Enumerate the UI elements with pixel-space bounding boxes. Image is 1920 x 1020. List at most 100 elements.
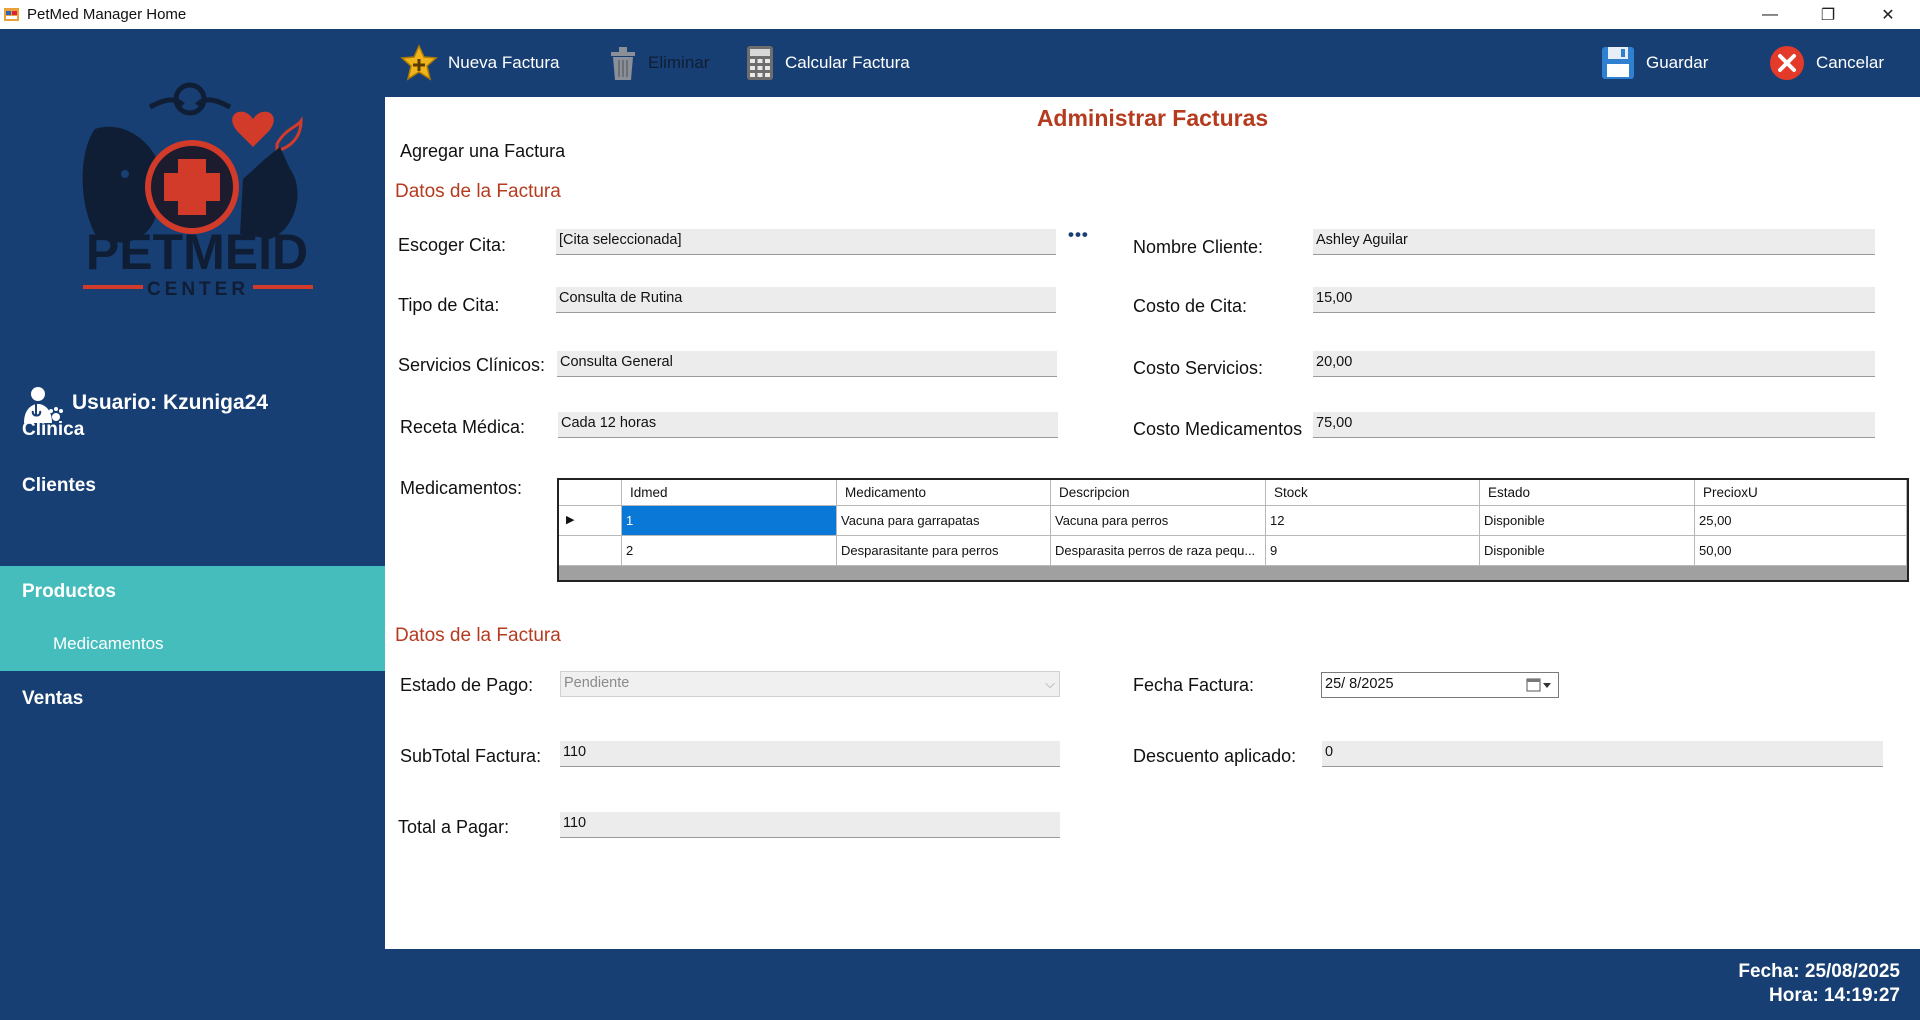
delete-label: Eliminar [648, 53, 710, 72]
costo-cita-label: Costo de Cita: [1133, 296, 1248, 316]
column-header[interactable]: Idmed [622, 480, 837, 506]
cliente-field[interactable]: Ashley Aguilar [1313, 229, 1875, 255]
star-icon [400, 44, 438, 81]
cliente-label: Nombre Cliente: [1133, 237, 1264, 257]
app-icon [3, 6, 20, 23]
trash-icon [611, 47, 635, 80]
toolbar: Nueva Factura Eliminar Calcular Factura … [385, 29, 1920, 97]
nav-clientes[interactable]: Clientes [0, 458, 385, 514]
title-bar: PetMed Manager Home — ❐ ✕ [0, 0, 1920, 30]
maximize-button[interactable]: ❐ [1800, 0, 1856, 29]
table-cell[interactable]: Desparasitante para perros [837, 536, 1051, 566]
medicamentos-label: Medicamentos: [400, 478, 523, 498]
total-field[interactable]: 110 [560, 812, 1060, 838]
section-title-1: Datos de la Factura [395, 181, 561, 202]
table-cell[interactable]: 1 [622, 506, 837, 536]
medicamentos-grid[interactable]: Idmed Medicamento Descripcion Stock Esta… [557, 478, 1909, 582]
cita-field[interactable]: [Cita seleccionada] [556, 229, 1056, 255]
nav-clinica[interactable]: Clínica [0, 402, 385, 458]
table-cell[interactable]: 9 [1266, 536, 1480, 566]
estado-pago-label: Estado de Pago: [400, 675, 534, 695]
window-title: PetMed Manager Home [27, 6, 187, 23]
minimize-button[interactable]: — [1742, 0, 1798, 29]
save-button[interactable]: Guardar [1600, 29, 1708, 97]
new-invoice-label: Nueva Factura [448, 53, 560, 72]
logo-text: PETMEID [86, 224, 308, 280]
descuento-label: Descuento aplicado: [1133, 746, 1297, 766]
fecha-factura-value: 25/ 8/2025 [1325, 676, 1394, 692]
select-cita-button[interactable]: ••• [1068, 225, 1089, 245]
table-cell[interactable]: Desparasita perros de raza pequ... [1051, 536, 1266, 566]
costo-medicamentos-label: Costo Medicamentos [1133, 419, 1303, 439]
restore-icon: ❐ [1820, 6, 1836, 24]
close-icon: ✕ [1881, 6, 1895, 24]
table-cell[interactable]: 12 [1266, 506, 1480, 536]
estado-pago-value: Pendiente [564, 675, 630, 691]
nav-label: Clínica [22, 419, 85, 440]
sidebar: PETMEID CENTER Usuario: Kzuniga24 Clínic… [0, 29, 385, 949]
chevron-down-icon: ⌵ [1045, 676, 1055, 691]
nav-label: Clientes [22, 475, 96, 496]
cancel-button[interactable]: Cancelar [1768, 29, 1884, 97]
table-cell[interactable]: 50,00 [1695, 536, 1907, 566]
table-cell[interactable]: Vacuna para perros [1051, 506, 1266, 536]
save-icon [1602, 47, 1634, 79]
column-header[interactable]: Descripcion [1051, 480, 1266, 506]
new-invoice-button[interactable]: Nueva Factura [400, 29, 560, 97]
costo-servicios-label: Costo Servicios: [1133, 358, 1264, 378]
row-selector-2[interactable] [559, 536, 622, 566]
logo: PETMEID CENTER [65, 59, 330, 309]
nav-medicamentos[interactable]: Medicamentos [0, 618, 385, 670]
receta-label: Receta Médica: [400, 417, 526, 437]
estado-pago-select[interactable]: Pendiente ⌵ [560, 671, 1060, 697]
column-header[interactable]: PrecioxU [1695, 480, 1907, 506]
status-footer: Fecha: 25/08/2025 Hora: 14:19:27 [385, 949, 1920, 1020]
close-window-button[interactable]: ✕ [1860, 0, 1916, 29]
nav-label: Medicamentos [53, 634, 164, 653]
main-content: Administrar Facturas Agregar una Factura… [385, 97, 1920, 949]
column-header[interactable]: Estado [1480, 480, 1695, 506]
row-pointer-icon: ▶ [566, 514, 575, 526]
fecha-factura-picker[interactable]: 25/ 8/2025 [1321, 672, 1559, 698]
table-cell[interactable]: Vacuna para garrapatas [837, 506, 1051, 536]
nav-ventas[interactable]: Ventas [0, 671, 385, 727]
calculate-invoice-label: Calcular Factura [785, 53, 910, 72]
tipo-label: Tipo de Cita: [398, 295, 500, 315]
subtotal-label: SubTotal Factura: [400, 746, 542, 766]
costo-medicamentos-field[interactable]: 75,00 [1313, 412, 1875, 438]
cancel-icon [1770, 46, 1804, 80]
fecha-factura-label: Fecha Factura: [1133, 675, 1255, 695]
subtotal-field[interactable]: 110 [560, 741, 1060, 767]
total-label: Total a Pagar: [398, 817, 510, 837]
logo-subtext: CENTER [147, 279, 249, 300]
calculate-invoice-button[interactable]: Calcular Factura [745, 29, 910, 97]
nav-productos[interactable]: Productos [0, 566, 385, 618]
calendar-dropdown-icon[interactable] [1526, 677, 1552, 697]
costo-servicios-field[interactable]: 20,00 [1313, 351, 1875, 377]
servicios-field[interactable]: Consulta General [557, 351, 1057, 377]
page-subtitle: Agregar una Factura [400, 141, 566, 161]
column-header[interactable]: Stock [1266, 480, 1480, 506]
cita-label: Escoger Cita: [398, 235, 507, 255]
nav-label: Ventas [22, 688, 84, 709]
delete-button[interactable]: Eliminar [608, 29, 709, 97]
cancel-label: Cancelar [1816, 53, 1885, 72]
tipo-field[interactable]: Consulta de Rutina [556, 287, 1056, 313]
row-header-corner [559, 480, 622, 506]
row-selector-1[interactable]: ▶ [559, 506, 622, 536]
calculator-icon [747, 46, 773, 80]
page-title: Administrar Facturas [1036, 105, 1269, 131]
table-cell[interactable]: Disponible [1480, 536, 1695, 566]
costo-cita-field[interactable]: 15,00 [1313, 287, 1875, 313]
nav-label: Productos [22, 581, 116, 602]
table-cell[interactable]: 2 [622, 536, 837, 566]
footer-time: Hora: 14:19:27 [1769, 985, 1900, 1006]
descuento-field[interactable]: 0 [1322, 741, 1883, 767]
save-label: Guardar [1646, 53, 1709, 72]
servicios-label: Servicios Clínicos: [398, 355, 546, 375]
column-header[interactable]: Medicamento [837, 480, 1051, 506]
footer-date: Fecha: 25/08/2025 [1738, 961, 1900, 982]
receta-field[interactable]: Cada 12 horas [558, 412, 1058, 438]
table-cell[interactable]: 25,00 [1695, 506, 1907, 536]
table-cell[interactable]: Disponible [1480, 506, 1695, 536]
